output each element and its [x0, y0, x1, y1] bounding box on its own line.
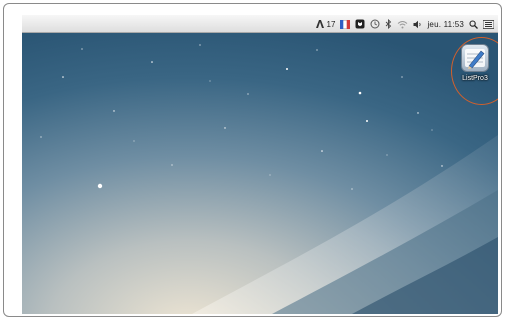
listpro-app-icon [461, 44, 489, 72]
bluetooth-icon [386, 19, 392, 29]
menu-extra-bluetooth[interactable] [385, 17, 392, 31]
menu-extra-input-source[interactable] [340, 17, 351, 31]
time-machine-icon [370, 19, 380, 29]
adobe-updater-icon [315, 20, 324, 28]
volume-icon [413, 20, 422, 28]
menu-extra-wifi[interactable] [397, 17, 408, 31]
menu-extra-spotlight[interactable] [469, 17, 478, 31]
menu-extra-dropbox[interactable] [355, 17, 365, 31]
desktop-icon-listpro[interactable]: ListPro3 [453, 44, 497, 100]
menu-extra-adobe[interactable]: 17 [315, 17, 336, 31]
notification-center-icon [483, 19, 494, 29]
adobe-updater-count: 17 [326, 19, 336, 29]
dropbox-icon [355, 19, 365, 29]
input-source-flag-icon [340, 19, 351, 29]
menu-extra-volume[interactable] [413, 17, 422, 31]
pencil-icon [465, 49, 485, 69]
wifi-icon [398, 20, 408, 28]
desktop-screen: 17 jeu. 11:53 ListPro3 [22, 15, 498, 314]
menu-extra-time-machine[interactable] [370, 17, 380, 31]
menu-bar: 17 jeu. 11:53 [22, 15, 498, 33]
menu-extra-notification-center[interactable] [483, 17, 494, 31]
menu-extras: 17 jeu. 11:53 [315, 15, 494, 33]
desktop-icon-label: ListPro3 [462, 75, 488, 82]
menu-clock[interactable]: jeu. 11:53 [427, 17, 464, 31]
spotlight-search-icon [469, 19, 478, 29]
screenshot-frame: 17 jeu. 11:53 ListPro3 [3, 3, 502, 317]
desktop-wallpaper [22, 15, 498, 314]
